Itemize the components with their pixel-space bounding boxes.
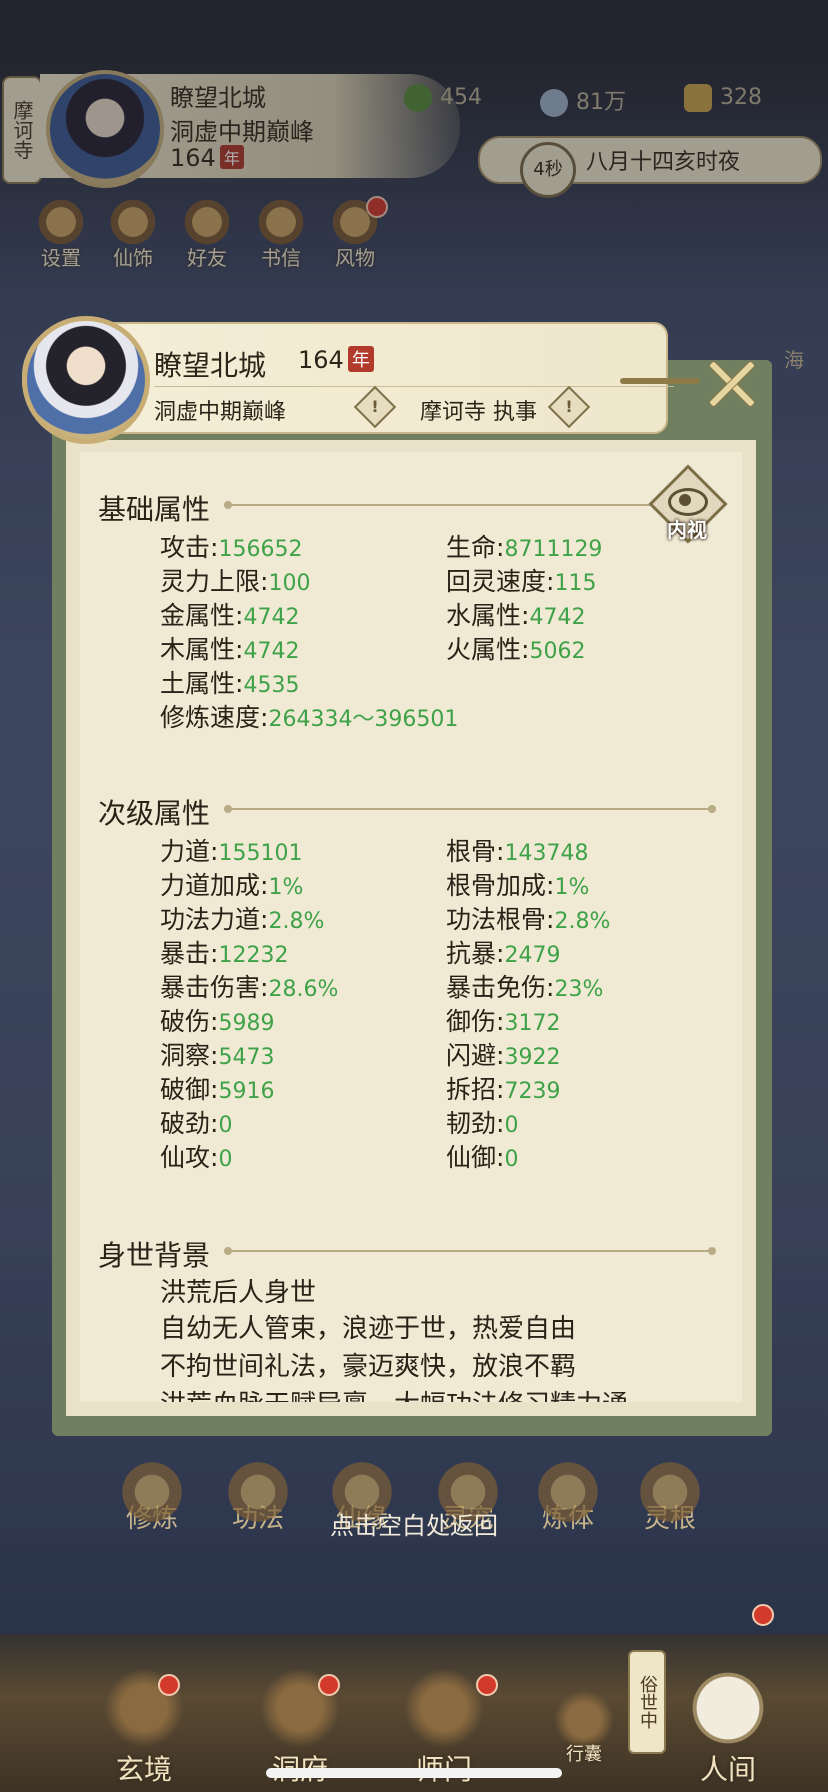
section-divider: [224, 1247, 716, 1255]
world-tag: 俗世中: [628, 1650, 666, 1754]
card-divider: [154, 386, 674, 387]
close-bar: [620, 378, 700, 384]
inner-view-label: 内视: [667, 518, 707, 542]
stat-break-force: 破劲:0: [160, 1109, 233, 1138]
stat-crit: 暴击:12232: [160, 939, 289, 968]
mortal-world-icon: [688, 1668, 768, 1748]
background-title: 身世背景: [98, 1239, 211, 1272]
stat-immortal-defense: 仙御:0: [446, 1143, 519, 1172]
stat-technique-constitution: 功法根骨:2.8%: [446, 905, 611, 934]
close-button[interactable]: [698, 350, 764, 416]
character-realm: 洞虚中期巅峰: [154, 400, 287, 425]
background-line: 洪荒血脉天赋异禀，大幅功法修习精力通: [160, 1384, 628, 1402]
stat-fire: 火属性:5062: [446, 635, 586, 664]
character-sect-role: 摩诃寺 执事: [420, 400, 537, 425]
basic-attributes-title: 基础属性: [98, 493, 211, 526]
stat-metal: 金属性:4742: [160, 601, 300, 630]
background-line: 自幼无人管束，浪迹于世，热爱自由: [160, 1314, 577, 1344]
tap-to-return-hint: 点击空白处返回: [330, 1512, 498, 1540]
sect-icon: [404, 1668, 484, 1748]
background-line: 不拘世间礼法，豪迈爽快，放浪不羁: [160, 1352, 577, 1382]
stat-guard: 御伤:3172: [446, 1007, 561, 1036]
notification-dot: [318, 1674, 340, 1696]
notification-dot: [476, 1674, 498, 1696]
stat-cultivation-speed: 修炼速度:264334～396501: [160, 703, 459, 732]
stat-water: 水属性:4742: [446, 601, 586, 630]
home-indicator[interactable]: [266, 1768, 562, 1778]
character-name: 瞭望北城: [154, 349, 267, 382]
stat-break-defense: 破御:5916: [160, 1075, 275, 1104]
stat-spirit-regen: 回灵速度:115: [446, 567, 597, 596]
background-line: 洪荒后人身世: [160, 1278, 317, 1308]
stat-max-spirit: 灵力上限:100: [160, 567, 311, 596]
stat-crit-reduction: 暴击免伤:23%: [446, 973, 604, 1002]
stat-technique-strength: 功法力道:2.8%: [160, 905, 325, 934]
stat-parry: 拆招:7239: [446, 1075, 561, 1104]
stat-strength: 力道:155101: [160, 837, 303, 866]
character-age-value: 164: [298, 346, 344, 374]
stat-constitution: 根骨:143748: [446, 837, 589, 866]
stat-constitution-bonus: 根骨加成:1%: [446, 871, 590, 900]
stat-strength-bonus: 力道加成:1%: [160, 871, 304, 900]
stat-crit-resist: 抗暴:2479: [446, 939, 561, 968]
nav-bag[interactable]: 行囊: [524, 1690, 644, 1766]
attributes-scroll-area[interactable]: 基础属性 攻击:156652 生命:8711129 灵力上限:100 回灵速度:…: [80, 452, 742, 1402]
character-year-badge: 年: [347, 346, 374, 372]
section-divider: [224, 501, 716, 509]
stat-wood: 木属性:4742: [160, 635, 300, 664]
character-avatar: [22, 316, 150, 444]
stat-earth: 土属性:4535: [160, 669, 300, 698]
nav-realm[interactable]: 玄境: [84, 1668, 204, 1788]
section-divider: [224, 805, 716, 813]
stat-attack: 攻击:156652: [160, 533, 303, 562]
stat-immortal-attack: 仙攻:0: [160, 1143, 233, 1172]
secondary-attributes-title: 次级属性: [98, 797, 211, 830]
nav-mortal-world[interactable]: 人间: [668, 1668, 788, 1788]
stat-toughness: 韧劲:0: [446, 1109, 519, 1138]
stat-hp: 生命:8711129: [446, 533, 603, 562]
character-age: 164 年: [298, 346, 374, 374]
stat-insight: 洞察:5473: [160, 1041, 275, 1070]
stat-dodge: 闪避:3922: [446, 1041, 561, 1070]
notification-dot: [158, 1674, 180, 1696]
stat-crit-damage: 暴击伤害:28.6%: [160, 973, 339, 1002]
inner-view-button[interactable]: 内视: [648, 464, 728, 544]
notification-dot: [752, 1604, 774, 1626]
stat-pierce: 破伤:5989: [160, 1007, 275, 1036]
